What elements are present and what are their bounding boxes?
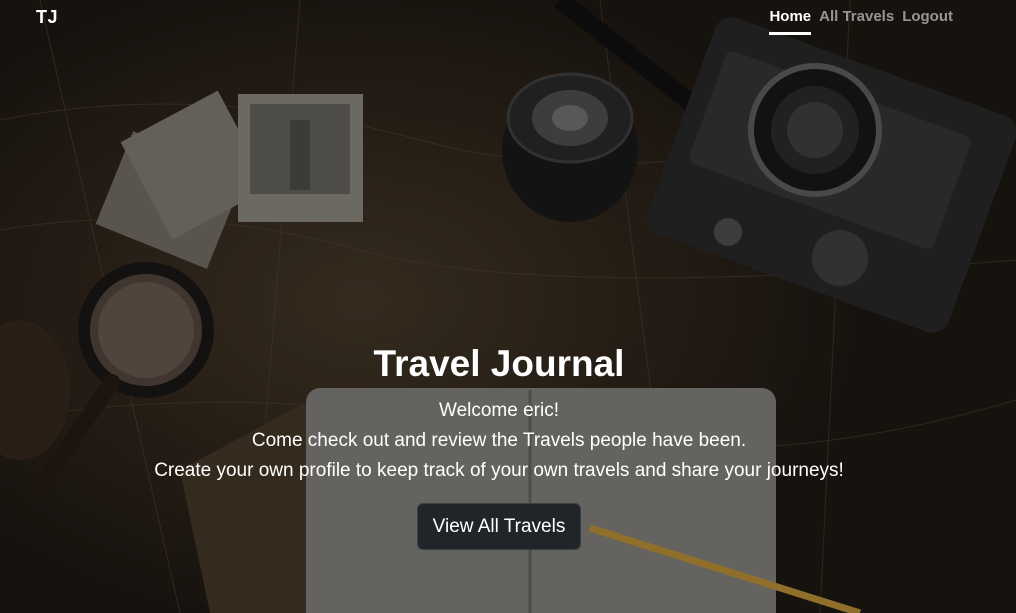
welcome-text: Welcome eric! <box>438 400 559 421</box>
brand-logo[interactable]: TJ <box>36 7 58 28</box>
view-all-travels-button[interactable]: View All Travels <box>416 503 582 550</box>
nav-link-home[interactable]: Home <box>769 7 812 35</box>
nav-link-logout[interactable]: Logout <box>902 7 953 35</box>
cta-description: Create your own profile to keep track of… <box>154 460 844 481</box>
page-title: Travel Journal <box>373 343 625 384</box>
nav-link-all-travels[interactable]: All Travels <box>819 7 894 35</box>
hero-content: Travel Journal Welcome eric! Come check … <box>0 342 998 550</box>
top-nav: Home All Travels Logout <box>769 7 953 35</box>
intro-text: Come check out and review the Travels pe… <box>251 430 747 451</box>
